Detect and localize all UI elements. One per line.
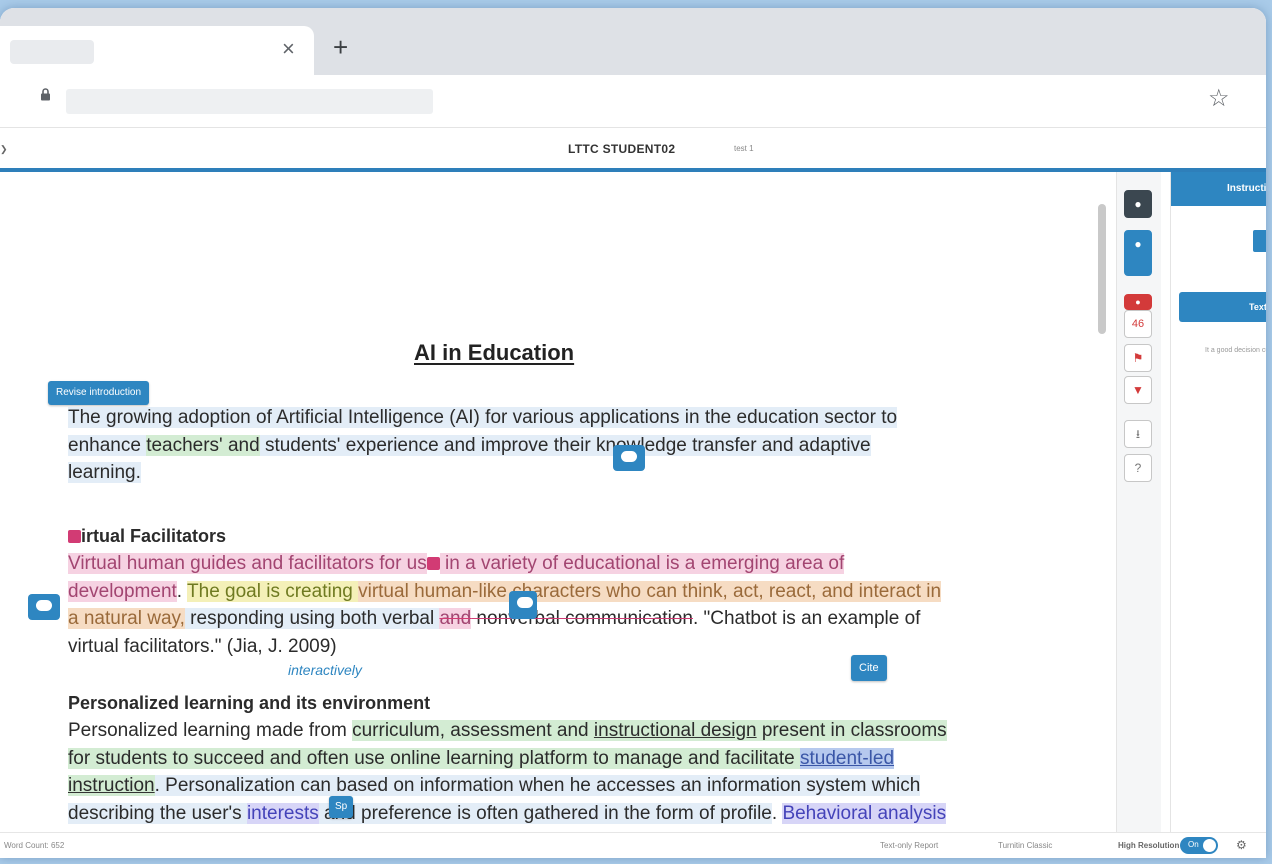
tab-title (10, 40, 94, 64)
status-footer: Word Count: 652 Text-only Report Turniti… (0, 832, 1266, 858)
panel-comment-text: It a good decision current technology (1205, 347, 1266, 354)
gear-icon[interactable]: ⚙ (1236, 838, 1247, 852)
quickmark-list-icon[interactable] (509, 591, 537, 619)
instructions-panel: Instructions Text It a good decision cur… (1170, 172, 1266, 832)
collapse-chevron-icon[interactable]: ❯ (0, 144, 8, 155)
url-input[interactable] (66, 89, 433, 114)
comments-layer-icon[interactable]: ● (1124, 230, 1152, 276)
toggle-knob (1203, 839, 1216, 852)
high-resolution-toggle[interactable]: On (1180, 837, 1218, 854)
help-icon[interactable]: ? (1124, 454, 1152, 482)
revise-introduction-chip[interactable]: Revise introduction (48, 381, 150, 405)
grammar-mark-icon[interactable] (426, 557, 440, 570)
grammar-mark-icon[interactable] (68, 530, 81, 543)
text-tab[interactable]: Text (1179, 292, 1266, 322)
close-tab-icon[interactable]: × (282, 37, 295, 61)
paragraph-introduction: The growing adoption of Artificial Intel… (68, 407, 898, 483)
document-title: AI in Education (414, 340, 575, 365)
inline-text-comment[interactable]: interactively (288, 662, 362, 678)
browser-tab[interactable]: × (0, 26, 314, 75)
browser-window: × + ☆ ❯ LTTC STUDENT02 test 1 AI in Educ… (0, 8, 1266, 858)
app-header: ❯ LTTC STUDENT02 test 1 (0, 128, 1266, 172)
similarity-layer-icon[interactable]: ● (1124, 294, 1152, 310)
filter-icon[interactable]: ▼ (1124, 376, 1152, 404)
comment-bubble-icon[interactable] (28, 594, 60, 620)
comment-bubble-icon[interactable] (613, 445, 645, 471)
download-icon[interactable]: ⭳ (1124, 420, 1152, 448)
turnitin-classic-link[interactable]: Turnitin Classic (998, 841, 1052, 850)
side-tool-strip: ● ● ● 46 ⚑ ▼ ⭳ ? (1116, 172, 1161, 832)
layers-icon[interactable]: ● (1124, 190, 1152, 218)
instructions-header[interactable]: Instructions (1171, 172, 1266, 206)
new-tab-icon[interactable]: + (333, 34, 348, 60)
heading-virtual-facilitators: irtual Facilitators (68, 526, 226, 547)
word-count: Word Count: 652 (4, 841, 65, 850)
paragraph-personalized-learning: Personalized learning made from curricul… (68, 720, 947, 824)
document-scrollbar[interactable] (1098, 204, 1106, 334)
assignment-name: test 1 (734, 144, 754, 153)
bookmark-star-icon[interactable]: ☆ (1208, 84, 1230, 113)
tab-strip: × + (0, 8, 1266, 75)
heading-personalized-learning: Personalized learning and its environmen… (68, 693, 431, 713)
lock-icon[interactable] (40, 88, 51, 104)
flag-icon[interactable]: ⚑ (1124, 344, 1152, 372)
high-resolution-label: High Resolution (1118, 841, 1180, 850)
text-only-report-link[interactable]: Text-only Report (880, 841, 938, 850)
address-bar-row: ☆ (0, 75, 1266, 128)
spelling-chip[interactable]: Sp (329, 796, 354, 818)
similarity-score[interactable]: 46 (1124, 310, 1152, 338)
paragraph-virtual-facilitators: Virtual human guides and facilitators fo… (68, 553, 942, 657)
panel-button[interactable] (1253, 230, 1266, 252)
cite-chip[interactable]: Cite (851, 655, 887, 681)
student-name: LTTC STUDENT02 (568, 142, 676, 156)
